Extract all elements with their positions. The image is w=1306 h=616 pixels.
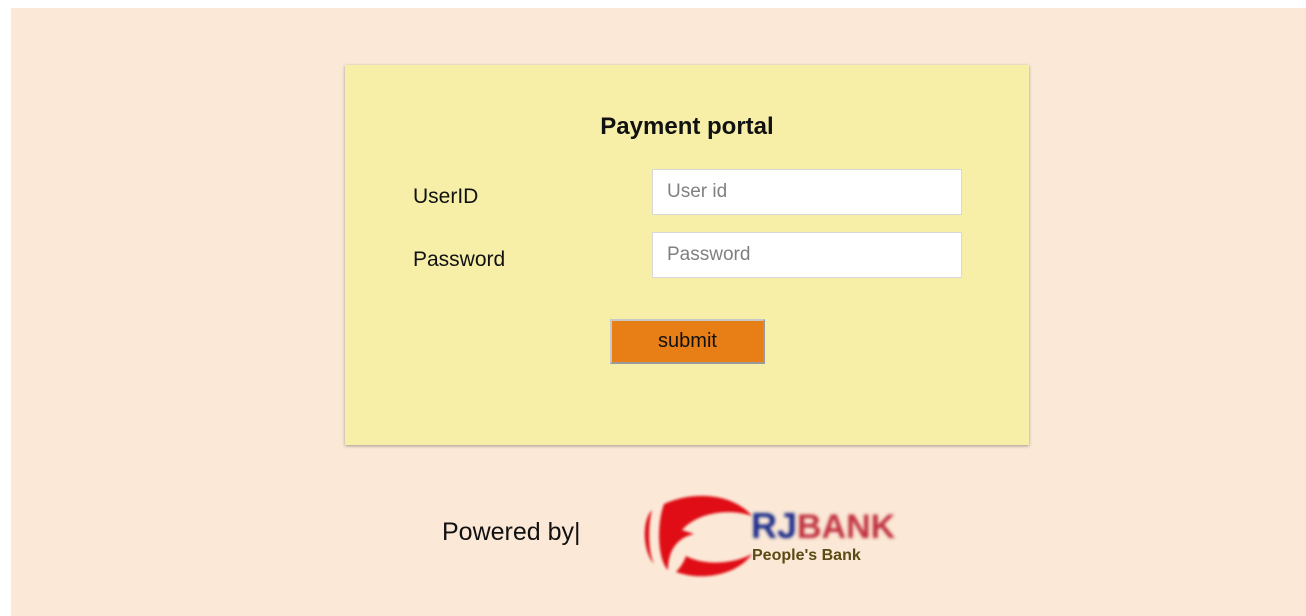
password-label: Password [413,248,506,271]
rjbank-logo: RJ BANK People's Bank [644,495,896,577]
logo-brand-bank: BANK [797,508,896,546]
userid-label: UserID [413,185,479,208]
powered-by-text: Powered by| [442,518,581,546]
password-input[interactable] [652,232,962,278]
rjbank-logo-icon [644,495,752,577]
logo-tagline: People's Bank [752,547,861,564]
submit-button[interactable]: submit [610,319,765,364]
userid-input[interactable] [652,169,962,215]
page-title: Payment portal [600,113,774,140]
logo-brand-rj: RJ [751,505,797,546]
